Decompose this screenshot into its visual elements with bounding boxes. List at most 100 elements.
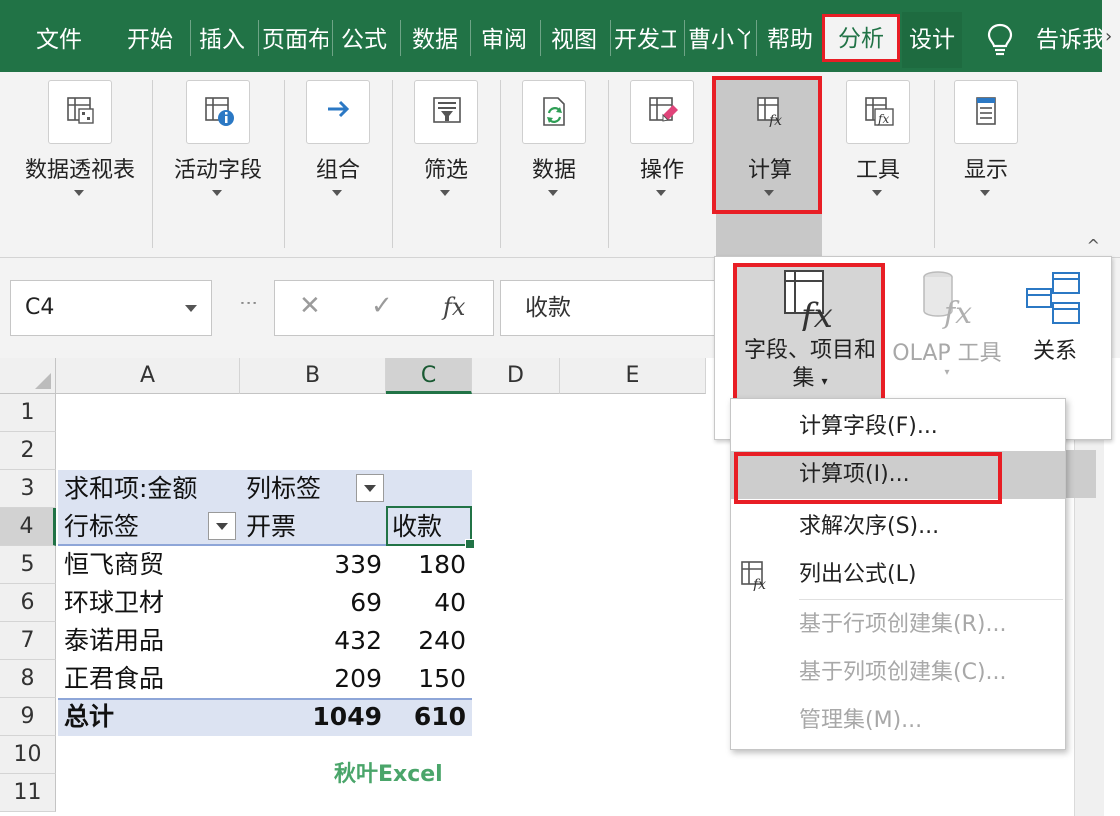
relationships-label: 关系 <box>1032 339 1077 364</box>
pivot-table-label: 数据透视表 <box>24 158 135 183</box>
row-header[interactable]: 6 <box>0 584 56 622</box>
pivot-column-labels[interactable]: 列标签 <box>246 470 321 508</box>
tab-separator <box>540 20 541 56</box>
pivot-row-name[interactable]: 环球卫材 <box>64 584 164 622</box>
formula-input[interactable]: 收款 <box>500 280 730 336</box>
row-header[interactable]: 10 <box>0 736 56 774</box>
tab-design[interactable]: 设计 <box>902 12 962 68</box>
group-arrow-icon <box>306 80 370 144</box>
tab-developer[interactable]: 开发工具 <box>614 12 676 68</box>
tab-tell-me[interactable]: 告诉我 <box>1036 12 1102 68</box>
pivot-value-c[interactable]: 240 <box>392 622 466 660</box>
tab-insert[interactable]: 插入 <box>192 12 252 68</box>
tab-file[interactable]: 文件 <box>20 12 98 68</box>
tab-custom[interactable]: 曹小丫 <box>688 12 750 68</box>
column-header-a[interactable]: A <box>56 358 240 394</box>
pivot-value-b[interactable]: 432 <box>246 622 382 660</box>
row-header[interactable]: 3 <box>0 470 56 508</box>
pivot-row-name[interactable]: 泰诺用品 <box>64 622 164 660</box>
pivot-table-button[interactable]: 数据透视表 <box>25 80 135 250</box>
fields-items-sets-menu: 计算字段(F)... 计算项(I)... 求解次序(S)... fx 列出公式(… <box>730 398 1066 750</box>
tab-separator <box>470 20 471 56</box>
column-header-b[interactable]: B <box>240 358 386 394</box>
select-all-corner[interactable] <box>0 358 56 394</box>
tab-analyze[interactable]: 分析 <box>822 14 900 62</box>
row-header[interactable]: 8 <box>0 660 56 698</box>
row-header[interactable]: 5 <box>0 546 56 584</box>
pivot-total-c[interactable]: 610 <box>392 698 466 736</box>
refresh-data-icon <box>522 80 586 144</box>
tab-data[interactable]: 数据 <box>404 12 466 68</box>
list-formulas-icon: fx <box>741 561 766 591</box>
chevron-down-icon[interactable] <box>185 305 197 312</box>
pivot-col-header-invoice[interactable]: 开票 <box>246 508 296 546</box>
pivot-table-icon <box>48 80 112 144</box>
confirm-icon[interactable]: ✓ <box>371 291 393 321</box>
menu-item-calculated-field[interactable]: 计算字段(F)... <box>731 403 1065 451</box>
resize-handle-icon[interactable]: ⋮ <box>238 294 259 313</box>
tab-help[interactable]: 帮助 <box>760 12 820 68</box>
column-filter-button[interactable] <box>356 474 384 502</box>
watermark-text: 秋叶Excel <box>334 762 443 787</box>
svg-text:fx: fx <box>768 113 782 127</box>
chevron-down-icon <box>440 190 450 196</box>
column-header-e[interactable]: E <box>560 358 706 394</box>
tab-formulas[interactable]: 公式 <box>334 12 394 68</box>
formula-buttons: ✕ ✓ fx <box>274 280 494 336</box>
fields-items-sets-button[interactable]: fx 字段、项目和 集 ▾ <box>735 265 885 405</box>
insert-function-icon[interactable]: fx <box>443 293 465 321</box>
row-header[interactable]: 4 <box>0 508 56 546</box>
menu-item-solve-order[interactable]: 求解次序(S)... <box>731 503 1065 551</box>
tab-separator <box>190 20 191 56</box>
row-filter-button[interactable] <box>208 512 236 540</box>
tab-home[interactable]: 开始 <box>116 12 184 68</box>
pivot-value-c[interactable]: 40 <box>392 584 466 622</box>
row-header[interactable]: 9 <box>0 698 56 736</box>
lightbulb-icon[interactable] <box>982 12 1018 68</box>
menu-separator <box>799 599 1063 600</box>
pivot-row-labels[interactable]: 行标签 <box>64 508 139 546</box>
column-header-c[interactable]: C <box>386 358 472 394</box>
pivot-values-label[interactable]: 求和项:金额 <box>64 470 197 508</box>
pivot-value-c[interactable]: 150 <box>392 660 466 698</box>
show-icon <box>954 80 1018 144</box>
tab-scroll-right[interactable]: › <box>1102 0 1120 72</box>
pivot-row-name[interactable]: 恒飞商贸 <box>64 546 164 584</box>
pivot-row-name[interactable]: 正君食品 <box>64 660 164 698</box>
cancel-icon[interactable]: ✕ <box>299 291 321 321</box>
column-header-d[interactable]: D <box>472 358 560 394</box>
active-field-button[interactable]: 活动字段 <box>164 80 272 250</box>
olap-tools-button[interactable]: fx OLAP 工具 ▾ <box>887 267 1007 387</box>
menu-item-list-formulas[interactable]: fx 列出公式(L) <box>731 551 1065 599</box>
tab-separator <box>400 20 401 56</box>
pivot-value-b[interactable]: 339 <box>246 546 382 584</box>
relationships-button[interactable]: 关系 <box>1015 271 1095 381</box>
tab-view[interactable]: 视图 <box>544 12 604 68</box>
name-box[interactable]: C4 <box>10 280 212 336</box>
row-header[interactable]: 1 <box>0 394 56 432</box>
pivot-total-label[interactable]: 总计 <box>64 698 114 736</box>
row-header[interactable]: 7 <box>0 622 56 660</box>
menu-item-create-set-rows[interactable]: 基于行项创建集(R)... <box>731 601 1065 649</box>
ribbon-tab-bar: 文件 开始 插入 页面布局 公式 数据 审阅 视图 开发工具 曹小丫 帮助 分析… <box>0 0 1120 72</box>
tab-page-layout[interactable]: 页面布局 <box>262 12 328 68</box>
pivot-total-b[interactable]: 1049 <box>246 698 382 736</box>
active-cell-c4[interactable] <box>386 506 475 549</box>
pivot-value-b[interactable]: 69 <box>246 584 382 622</box>
pivot-value-c[interactable]: 180 <box>392 546 466 584</box>
menu-item-create-set-columns[interactable]: 基于列项创建集(C)... <box>731 649 1065 697</box>
svg-text:fx: fx <box>752 577 766 591</box>
svg-text:fx: fx <box>877 112 889 126</box>
menu-item-calculated-item[interactable]: 计算项(I)... <box>731 451 1065 504</box>
pivot-value-b[interactable]: 209 <box>246 660 382 698</box>
menu-item-manage-sets[interactable]: 管理集(M)... <box>731 697 1065 745</box>
chevron-right-icon: › <box>1105 26 1113 47</box>
chevron-down-icon <box>74 190 84 196</box>
chevron-down-icon <box>872 190 882 196</box>
collapse-ribbon-icon[interactable]: ^ <box>1087 236 1100 255</box>
row-header[interactable]: 2 <box>0 432 56 470</box>
show-button[interactable]: 显示 <box>932 80 1040 250</box>
tab-review[interactable]: 审阅 <box>474 12 534 68</box>
row-header[interactable]: 11 <box>0 774 56 812</box>
chevron-down-icon: ▾ <box>944 367 950 378</box>
